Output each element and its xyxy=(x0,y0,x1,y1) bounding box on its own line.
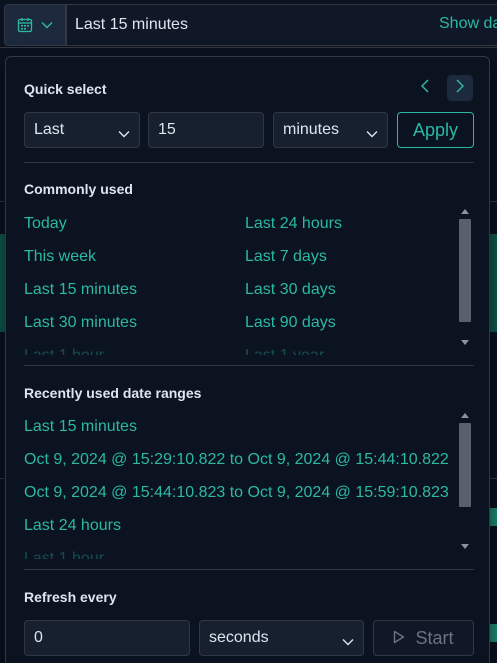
refresh-interval-value: 0 xyxy=(34,629,43,646)
chevron-right-icon xyxy=(456,78,465,98)
commonly-used-item[interactable]: Last 24 hours xyxy=(245,215,342,233)
direction-select[interactable]: Last xyxy=(24,112,140,148)
quick-select-title: Quick select xyxy=(24,81,107,97)
recently-used-scrollbar[interactable] xyxy=(459,411,471,551)
section-divider xyxy=(24,569,474,570)
unit-select-value: minutes xyxy=(283,121,340,138)
chevron-down-icon xyxy=(41,21,53,29)
commonly-used-title: Commonly used xyxy=(24,181,133,197)
recently-used-item[interactable]: Last 24 hours xyxy=(24,517,121,535)
time-range-display[interactable]: Last 15 minutes xyxy=(66,4,497,46)
commonly-used-item[interactable]: Last 15 minutes xyxy=(24,281,137,299)
time-range-label: Last 15 minutes xyxy=(75,16,188,33)
chevron-down-icon xyxy=(118,125,130,143)
commonly-used-item[interactable]: Last 30 minutes xyxy=(24,314,137,332)
chevron-down-icon xyxy=(366,125,378,143)
scrollbar-thumb[interactable] xyxy=(459,423,471,507)
recently-used-item[interactable]: Last 1 hour xyxy=(24,550,104,559)
recently-used-list: Last 15 minutes Oct 9, 2024 @ 15:29:10.8… xyxy=(6,411,456,559)
chevron-down-icon xyxy=(342,633,354,651)
commonly-used-item[interactable]: Last 30 days xyxy=(245,281,336,299)
recently-used-item[interactable]: Oct 9, 2024 @ 15:29:10.822 to Oct 9, 202… xyxy=(24,451,449,469)
unit-select[interactable]: minutes xyxy=(273,112,388,148)
commonly-used-scrollbar[interactable] xyxy=(459,207,471,347)
date-picker-bar: Last 15 minutes Show da xyxy=(0,0,497,48)
section-divider xyxy=(24,365,474,366)
commonly-used-list: Today This week Last 15 minutes Last 30 … xyxy=(6,207,456,355)
start-refresh-button[interactable]: Start xyxy=(373,620,474,656)
previous-time-window-button[interactable] xyxy=(412,75,438,101)
recently-used-item[interactable]: Last 15 minutes xyxy=(24,418,137,436)
recently-used-item[interactable]: Oct 9, 2024 @ 15:44:10.823 to Oct 9, 202… xyxy=(24,484,449,502)
calendar-icon xyxy=(17,17,33,33)
refresh-unit-value: seconds xyxy=(209,629,269,646)
scroll-up-icon[interactable] xyxy=(461,413,469,418)
quick-menu-button[interactable] xyxy=(4,4,66,46)
amount-input[interactable]: 15 xyxy=(148,112,264,148)
commonly-used-item[interactable]: Last 1 hour xyxy=(24,347,104,355)
amount-input-value: 15 xyxy=(158,121,176,138)
chevron-left-icon xyxy=(420,78,429,98)
apply-button[interactable]: Apply xyxy=(397,112,474,148)
commonly-used-item[interactable]: Last 1 year xyxy=(245,347,324,355)
scroll-down-icon[interactable] xyxy=(461,340,469,345)
direction-select-value: Last xyxy=(34,121,65,138)
scroll-down-icon[interactable] xyxy=(461,544,469,549)
show-dates-button[interactable]: Show da xyxy=(439,15,497,33)
commonly-used-item[interactable]: Last 7 days xyxy=(245,248,327,266)
recently-used-title: Recently used date ranges xyxy=(24,385,202,401)
commonly-used-item[interactable]: Today xyxy=(24,215,67,233)
scrollbar-thumb[interactable] xyxy=(459,219,471,322)
refresh-interval-input[interactable]: 0 xyxy=(24,620,190,656)
commonly-used-item[interactable]: This week xyxy=(24,248,96,266)
refresh-unit-select[interactable]: seconds xyxy=(199,620,364,656)
play-icon xyxy=(393,628,405,649)
refresh-every-title: Refresh every xyxy=(24,589,117,605)
start-button-label: Start xyxy=(415,627,454,648)
quick-select-popover: Quick select Last 15 minutes Apply Commo… xyxy=(5,56,490,663)
section-divider xyxy=(24,162,474,163)
scroll-up-icon[interactable] xyxy=(461,209,469,214)
commonly-used-item[interactable]: Last 90 days xyxy=(245,314,336,332)
next-time-window-button[interactable] xyxy=(447,75,473,101)
